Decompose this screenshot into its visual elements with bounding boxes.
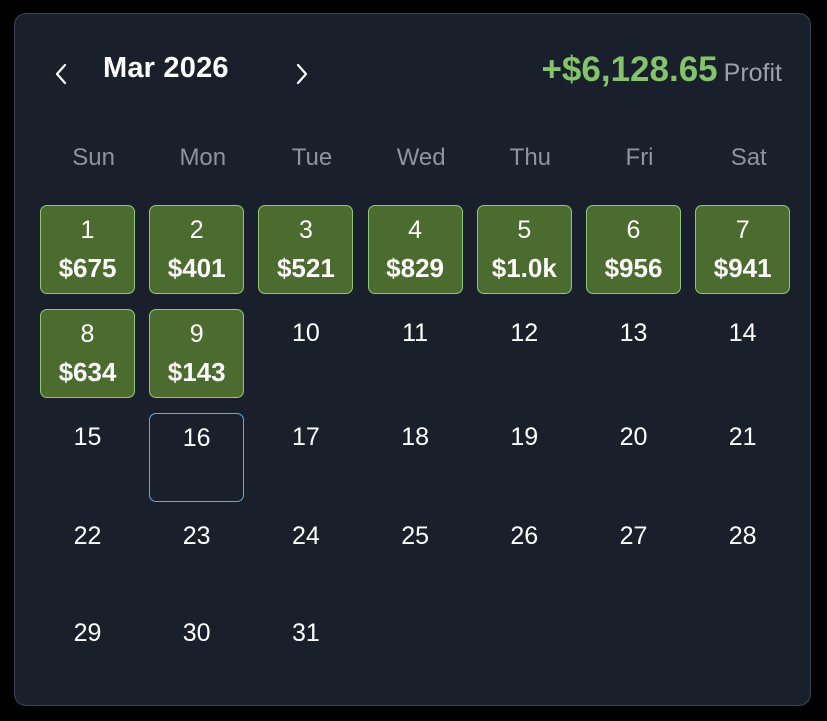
- day-cell[interactable]: 19: [477, 413, 572, 502]
- day-number: 24: [291, 522, 320, 550]
- day-number: 6: [626, 216, 641, 244]
- day-cell[interactable]: 23: [149, 512, 244, 601]
- day-number: 17: [291, 423, 320, 451]
- day-number: 30: [182, 619, 211, 647]
- day-cell[interactable]: 22: [40, 512, 135, 601]
- day-profit-amount: $401: [167, 253, 226, 283]
- day-number: 2: [189, 216, 204, 244]
- day-number: 21: [728, 423, 757, 451]
- day-number: 22: [73, 522, 102, 550]
- day-cell[interactable]: 1 $675: [40, 205, 135, 294]
- calendar-card: Mar 2026 +$6,128.65 Profit Sun Mon Tue We…: [14, 13, 811, 706]
- day-profit-amount: $941: [713, 253, 772, 283]
- day-cell[interactable]: 15: [40, 413, 135, 502]
- weekday-sun: Sun: [72, 144, 115, 171]
- day-number: 9: [189, 320, 204, 348]
- day-profit-amount: $143: [167, 357, 226, 387]
- day-cell[interactable]: 10: [258, 309, 353, 398]
- day-cell[interactable]: 8 $634: [40, 309, 135, 398]
- day-number: 1: [80, 216, 95, 244]
- day-cell-today[interactable]: 16: [149, 413, 245, 502]
- day-number: 3: [298, 216, 313, 244]
- day-cell[interactable]: 30: [149, 609, 244, 698]
- prev-month-button[interactable]: [43, 54, 79, 94]
- day-number: 5: [517, 216, 532, 244]
- day-profit-amount: $521: [276, 253, 335, 283]
- day-number: 12: [510, 319, 539, 347]
- day-number: 26: [510, 522, 539, 550]
- day-number: 7: [735, 216, 750, 244]
- day-cell[interactable]: 5 $1.0k: [476, 205, 572, 294]
- day-number: 19: [510, 423, 539, 451]
- day-number: 8: [80, 320, 95, 348]
- day-cell[interactable]: 9 $143: [149, 309, 245, 398]
- day-number: 28: [728, 522, 757, 550]
- day-cell[interactable]: 4 $829: [367, 205, 463, 294]
- profit-label: Profit: [723, 59, 782, 87]
- day-cell[interactable]: 18: [368, 413, 463, 502]
- day-cell[interactable]: 2 $401: [149, 205, 245, 294]
- day-number: 29: [73, 619, 102, 647]
- chevron-right-icon: [296, 63, 308, 85]
- day-cell[interactable]: 14: [695, 309, 790, 398]
- day-number: 15: [73, 423, 102, 451]
- day-number: 25: [401, 522, 429, 550]
- day-cell[interactable]: 31: [258, 609, 353, 698]
- day-profit-amount: $829: [386, 253, 445, 283]
- weekday-mon: Mon: [179, 144, 227, 171]
- day-cell[interactable]: 21: [695, 413, 790, 502]
- weekday-sat: Sat: [730, 144, 767, 171]
- day-cell[interactable]: 26: [477, 512, 572, 601]
- day-cell[interactable]: 29: [40, 609, 135, 698]
- day-cell[interactable]: 13: [586, 309, 681, 398]
- next-month-button[interactable]: [284, 54, 320, 94]
- weekday-wed: Wed: [396, 144, 446, 171]
- day-profit-amount: $634: [58, 357, 117, 387]
- day-number: 10: [291, 319, 320, 347]
- day-number: 27: [619, 522, 648, 550]
- day-cell[interactable]: 12: [477, 309, 572, 398]
- day-cell[interactable]: 17: [258, 413, 353, 502]
- day-cell[interactable]: 24: [258, 512, 353, 601]
- profit-summary: +$6,128.65 Profit: [541, 50, 782, 90]
- profit-total: +$6,128.65: [541, 50, 718, 89]
- day-number: 31: [291, 619, 320, 647]
- day-profit-amount: $1.0k: [491, 253, 557, 283]
- day-number: 13: [619, 319, 648, 347]
- weekday-fri: Fri: [625, 144, 654, 171]
- day-cell[interactable]: 25: [368, 512, 463, 601]
- day-number: 20: [619, 423, 648, 451]
- day-number: 16: [182, 424, 211, 452]
- day-cell[interactable]: 3 $521: [258, 205, 354, 294]
- chevron-left-icon: [55, 63, 67, 85]
- day-cell[interactable]: 6 $956: [586, 205, 681, 294]
- day-cell[interactable]: 7 $941: [695, 205, 791, 294]
- day-cell[interactable]: 27: [586, 512, 681, 601]
- weekday-thu: Thu: [509, 144, 552, 171]
- day-number: 14: [728, 319, 757, 347]
- day-cell[interactable]: 20: [586, 413, 681, 502]
- day-profit-amount: $956: [604, 253, 663, 283]
- day-cell[interactable]: 11: [368, 309, 463, 398]
- day-number: 18: [401, 423, 429, 451]
- day-number: 4: [408, 216, 423, 244]
- day-cell[interactable]: 28: [695, 512, 790, 601]
- day-number: 23: [182, 522, 211, 550]
- day-profit-amount: $675: [58, 253, 117, 283]
- day-number: 11: [402, 319, 429, 347]
- calendar-header: Mar 2026 +$6,128.65 Profit: [15, 14, 810, 134]
- weekday-tue: Tue: [291, 144, 333, 171]
- month-title: Mar 2026: [103, 52, 229, 84]
- weekday-header-row: Sun Mon Tue Wed Thu Fri Sat: [39, 144, 803, 172]
- calendar-grid: 1 $675 2 $401 3 $521 4 $829 5 $1.0k 6 $956 7 $941 8 $63…: [39, 205, 803, 695]
